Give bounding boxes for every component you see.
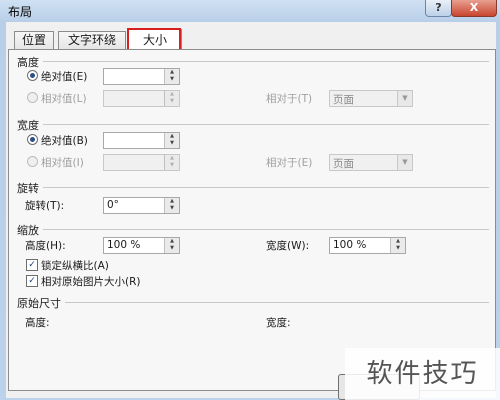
divider <box>43 187 489 188</box>
scale-width-input[interactable]: 100 % ▲ ▼ <box>329 237 406 254</box>
original-height-label: 高度: <box>25 317 50 329</box>
height-relative-radio[interactable] <box>27 92 38 103</box>
width-relative-to-label: 相对于(E) <box>266 157 313 169</box>
tab-text-wrapping[interactable]: 文字环绕 <box>58 31 126 50</box>
dialog-title: 布局 <box>8 5 33 19</box>
width-relative-radio[interactable] <box>27 156 38 167</box>
height-relative-input[interactable]: ▲ ▼ <box>103 90 180 107</box>
spin-arrows-icon[interactable]: ▲ ▼ <box>164 133 179 148</box>
spin-arrows-icon[interactable]: ▲ ▼ <box>164 91 179 106</box>
lock-aspect-label: 锁定纵横比(A) <box>41 260 109 272</box>
divider <box>43 61 489 62</box>
lock-aspect-checkbox[interactable]: ✓ <box>26 259 38 271</box>
divider <box>65 302 489 303</box>
original-size-section-title: 原始尺寸 <box>17 297 61 310</box>
title-bar: 布局 ? X <box>0 0 500 22</box>
scale-height-label: 高度(H): <box>25 240 66 252</box>
height-absolute-label: 绝对值(E) <box>41 71 88 83</box>
scale-section-title: 缩放 <box>17 224 39 237</box>
height-section-title: 高度 <box>17 56 39 69</box>
close-button[interactable]: X <box>451 0 497 17</box>
spin-arrows-icon[interactable]: ▲ ▼ <box>164 69 179 84</box>
relative-original-checkbox[interactable]: ✓ <box>26 275 38 287</box>
rotate-input[interactable]: 0° ▲ ▼ <box>103 197 180 214</box>
tab-size-label: 大小 <box>142 33 167 47</box>
height-relative-label: 相对值(L) <box>41 93 87 105</box>
divider <box>43 124 489 125</box>
relative-original-label: 相对原始图片大小(R) <box>41 276 141 288</box>
original-width-label: 宽度: <box>266 317 291 329</box>
spin-arrows-icon[interactable]: ▲ ▼ <box>390 238 405 253</box>
layout-dialog: 布局 ? X 位置 文字环绕 大小 高度 绝对值(E) ▲ ▼ 相对值(L) ▲… <box>0 0 500 400</box>
dialog-body: 位置 文字环绕 大小 高度 绝对值(E) ▲▼ 相对值(L) ▲▼ 相对于( <box>6 22 496 398</box>
width-section-title: 宽度 <box>17 119 39 132</box>
chevron-down-icon[interactable]: ▼ <box>397 155 412 170</box>
tab-size[interactable]: 大小 <box>127 28 182 51</box>
size-panel: 高度 绝对值(E) ▲▼ 相对值(L) ▲▼ 相对于(T) 页面 ▼ 宽度 <box>8 49 496 391</box>
height-relative-to-label: 相对于(T) <box>266 93 313 105</box>
width-absolute-input[interactable]: ▲ ▼ <box>103 132 180 149</box>
chevron-down-icon[interactable]: ▼ <box>397 91 412 106</box>
rotate-label: 旋转(T): <box>25 200 65 212</box>
width-absolute-label: 绝对值(B) <box>41 135 88 147</box>
divider <box>43 229 489 230</box>
scale-width-label: 宽度(W): <box>266 240 310 252</box>
help-button[interactable]: ? <box>425 0 452 17</box>
tab-position[interactable]: 位置 <box>14 31 54 50</box>
spin-arrows-icon[interactable]: ▲ ▼ <box>164 198 179 213</box>
rotate-section-title: 旋转 <box>17 182 39 195</box>
height-absolute-radio[interactable] <box>27 70 38 81</box>
height-absolute-input[interactable]: ▲ ▼ <box>103 68 180 85</box>
width-absolute-radio[interactable] <box>27 134 38 145</box>
width-relative-label: 相对值(I) <box>41 157 84 169</box>
scale-height-input[interactable]: 100 % ▲ ▼ <box>103 237 180 254</box>
spin-arrows-icon[interactable]: ▲ ▼ <box>164 238 179 253</box>
spin-arrows-icon[interactable]: ▲ ▼ <box>164 155 179 170</box>
width-relative-input[interactable]: ▲ ▼ <box>103 154 180 171</box>
watermark: 软件技巧 <box>345 348 500 400</box>
width-relative-to-select[interactable]: 页面 ▼ <box>329 154 413 171</box>
height-relative-to-select[interactable]: 页面 ▼ <box>329 90 413 107</box>
